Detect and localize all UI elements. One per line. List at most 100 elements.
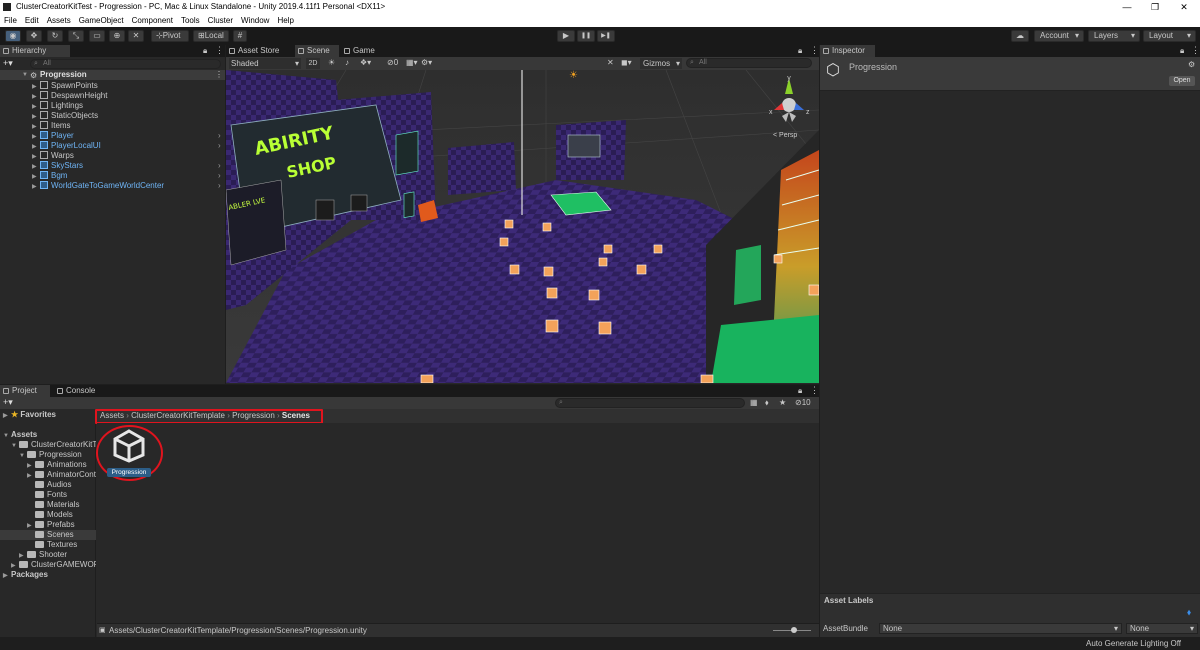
perspective-label[interactable]: < Persp xyxy=(773,132,797,139)
lighting-icon[interactable]: ☀ xyxy=(328,58,335,67)
project-kebab-icon[interactable]: ⋮ xyxy=(810,385,819,396)
inspector-lock-icon[interactable]: 🔒︎ xyxy=(1180,46,1184,56)
scene-kebab-icon[interactable]: ⋮ xyxy=(215,70,223,80)
hierarchy-item[interactable]: ▶ DespawnHeight xyxy=(32,91,107,101)
view-tool-button[interactable]: ◉ xyxy=(5,30,21,42)
menu-component[interactable]: Component xyxy=(128,14,177,27)
hierarchy-item[interactable]: ▶ Player xyxy=(32,131,74,141)
scene-kebab-icon[interactable]: ⋮ xyxy=(810,45,819,56)
tab-scene[interactable]: Scene xyxy=(295,45,339,57)
breadcrumb-scenes[interactable]: Scenes xyxy=(282,411,310,420)
maximize-button[interactable]: ❐ xyxy=(1141,0,1169,14)
gizmos-dropdown[interactable]: Gizmos ▾ xyxy=(640,58,682,69)
expand-arrow-icon[interactable]: ▼ xyxy=(3,431,11,440)
menu-gameobject[interactable]: GameObject xyxy=(75,14,128,27)
project-lock-icon[interactable]: 🔒︎ xyxy=(798,386,802,396)
breadcrumb-progression[interactable]: Progression xyxy=(232,411,275,420)
menu-tools[interactable]: Tools xyxy=(177,14,204,27)
expand-arrow-icon[interactable]: ▼ xyxy=(19,451,27,460)
menu-file[interactable]: File xyxy=(0,14,21,27)
rotate-tool-button[interactable]: ↻ xyxy=(47,30,63,42)
expand-arrow-icon[interactable]: ▶ xyxy=(32,182,40,192)
inspector-kebab-icon[interactable]: ⋮ xyxy=(1191,45,1200,56)
custom-tool-button[interactable]: ✕ xyxy=(128,30,144,42)
pause-button[interactable]: ❚❚ xyxy=(577,30,595,42)
local-toggle[interactable]: ⊞Local xyxy=(193,30,229,42)
project-tree-item[interactable]: ▶ AnimatorCont xyxy=(0,470,96,480)
hierarchy-item[interactable]: ▶ Warps xyxy=(32,151,74,161)
menu-assets[interactable]: Assets xyxy=(43,14,75,27)
scene-search-input[interactable]: ⌕ All xyxy=(686,58,812,68)
hierarchy-item[interactable]: ▶ WorldGateToGameWorldCenter xyxy=(32,181,164,191)
prefab-open-chevron-icon[interactable]: › xyxy=(218,141,221,150)
hierarchy-item[interactable]: ▶ Lightings xyxy=(32,101,83,111)
rect-tool-button[interactable]: ▭ xyxy=(89,30,105,42)
icon-size-slider-handle[interactable] xyxy=(791,627,797,633)
asset-bundle-variant-dropdown[interactable]: None ▾ xyxy=(1126,623,1198,634)
scene-asset-item[interactable]: Progression xyxy=(104,429,154,481)
menu-edit[interactable]: Edit xyxy=(21,14,43,27)
tab-project[interactable]: Project xyxy=(0,385,50,397)
project-tree-item[interactable]: ▶ Prefabs xyxy=(0,520,96,530)
hierarchy-item[interactable]: ▶ SkyStars xyxy=(32,161,83,171)
collab-cloud-button[interactable]: ☁ xyxy=(1011,30,1029,42)
kebab-menu-icon[interactable]: ⋮ xyxy=(215,45,224,56)
play-button[interactable]: ▶ xyxy=(557,30,575,42)
step-button[interactable]: ▶❚ xyxy=(597,30,615,42)
tools-icon[interactable]: ✕ xyxy=(607,58,614,67)
hidden-objects-icon[interactable]: ⊘0 xyxy=(387,58,398,67)
effects-icon[interactable]: ❖▾ xyxy=(360,58,371,67)
audio-icon[interactable]: ♪ xyxy=(345,58,349,67)
favorites-row[interactable]: ▶ ★ Favorites xyxy=(3,410,56,420)
tab-inspector[interactable]: Inspector xyxy=(820,45,875,57)
project-tree-item[interactable]: Scenes xyxy=(0,530,96,540)
project-tree-item[interactable]: Models xyxy=(0,510,96,520)
tab-game[interactable]: Game xyxy=(341,45,381,57)
project-tree-item[interactable]: ▼ Progression xyxy=(0,450,96,460)
layout-dropdown[interactable]: Layout xyxy=(1143,30,1196,42)
expand-arrow-icon[interactable]: ▶ xyxy=(19,551,27,560)
scale-tool-button[interactable]: ⤡ xyxy=(68,30,84,42)
hierarchy-item[interactable]: ▶ StaticObjects xyxy=(32,111,98,121)
project-tree-item[interactable]: Audios xyxy=(0,480,96,490)
menu-window[interactable]: Window xyxy=(237,14,273,27)
project-tree-item[interactable]: Textures xyxy=(0,540,96,550)
layers-dropdown[interactable]: Layers xyxy=(1088,30,1140,42)
hierarchy-item[interactable]: ▶ SpawnPoints xyxy=(32,81,98,91)
open-button[interactable]: Open xyxy=(1169,76,1195,86)
breadcrumb-assets[interactable]: Assets xyxy=(100,411,124,420)
hierarchy-item[interactable]: ▶ PlayerLocalUI xyxy=(32,141,101,151)
prefab-open-chevron-icon[interactable]: › xyxy=(218,181,221,190)
project-tree-item[interactable]: ▶ Packages xyxy=(0,570,96,580)
hierarchy-search-input[interactable]: ⌕ All xyxy=(30,59,221,69)
snap-toggle[interactable]: # xyxy=(233,30,247,42)
expand-arrow-icon[interactable]: ▶ xyxy=(3,571,11,580)
scene-lock-icon[interactable]: 🔒︎ xyxy=(798,46,802,56)
camera-icon[interactable]: ◼▾ xyxy=(621,58,632,67)
project-tree-item[interactable]: Fonts xyxy=(0,490,96,500)
account-dropdown[interactable]: Account xyxy=(1034,30,1084,42)
project-add-button[interactable]: +▾ xyxy=(3,397,13,408)
expand-arrow-icon[interactable]: ▼ xyxy=(11,441,19,450)
scene-row[interactable]: ▼ ⚙︎ Progression ⋮ xyxy=(0,70,225,80)
project-tree-item[interactable]: ▶ Shooter xyxy=(0,550,96,560)
2d-toggle[interactable]: 2D xyxy=(306,58,320,69)
project-tree-item[interactable]: ▼ Assets xyxy=(0,430,96,440)
tab-console[interactable]: Console xyxy=(54,385,104,397)
close-button[interactable]: ✕ xyxy=(1170,0,1198,14)
project-tree-item[interactable]: ▶ ClusterGAMEWORI xyxy=(0,560,96,570)
pivot-toggle[interactable]: ⊹Pivot xyxy=(151,30,189,42)
move-tool-button[interactable]: ✥ xyxy=(26,30,42,42)
expand-arrow-icon[interactable]: ▶ xyxy=(27,521,35,530)
scene-settings-icon[interactable]: ⚙▾ xyxy=(421,58,432,67)
filter-label-icon[interactable]: ⬧ xyxy=(765,398,769,408)
transform-tool-button[interactable]: ⊕ xyxy=(109,30,125,42)
favorite-star-icon[interactable]: ★ xyxy=(779,398,786,407)
hierarchy-add-button[interactable]: +▾ xyxy=(3,58,13,69)
lock-icon[interactable]: 🔒︎ xyxy=(203,46,207,56)
grid-toggle-icon[interactable]: ▦▾ xyxy=(406,58,418,67)
tag-icon[interactable]: ⬧ xyxy=(1187,607,1191,618)
prefab-open-chevron-icon[interactable]: › xyxy=(218,161,221,170)
menu-help[interactable]: Help xyxy=(273,14,297,27)
inspector-settings-icon[interactable]: ⚙ xyxy=(1188,60,1195,69)
